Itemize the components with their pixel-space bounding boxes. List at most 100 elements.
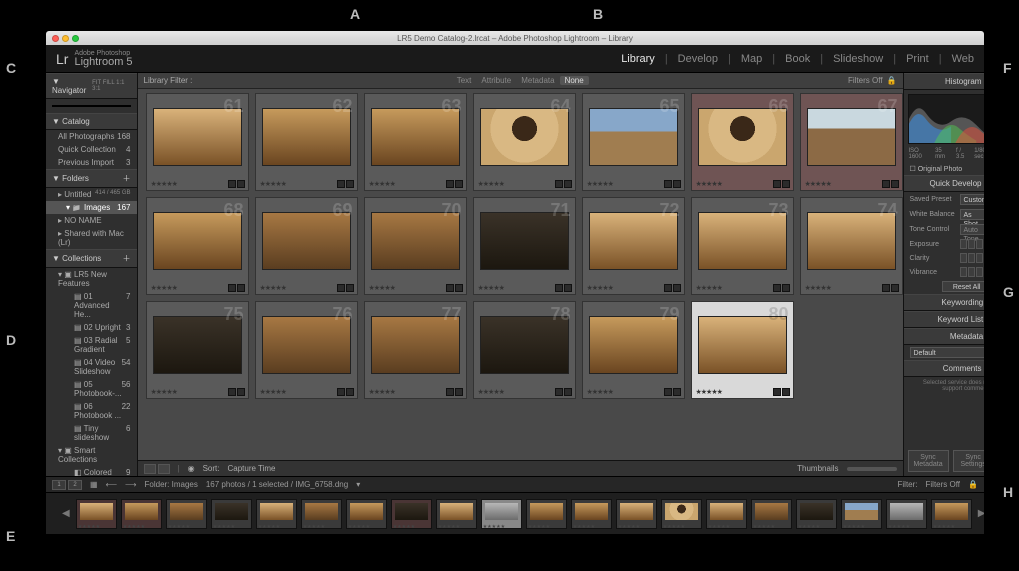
infobar-folder[interactable]: Folder: Images [145,480,198,489]
module-print[interactable]: Print [906,53,929,65]
module-develop[interactable]: Develop [678,53,718,65]
filmstrip-thumb[interactable] [121,499,162,529]
module-library[interactable]: Library [621,53,655,65]
filmstrip-right-icon[interactable]: ▶ [976,508,984,519]
filmstrip-thumb[interactable] [931,499,972,529]
grid-cell[interactable]: 65★★★★★ [582,93,685,191]
filmstrip-thumb[interactable] [211,499,252,529]
filmstrip-thumb[interactable] [391,499,432,529]
grid-cell[interactable]: 67★★★★★ [800,93,903,191]
collection-item[interactable]: ▤ 05 Photobook-...56 [46,378,137,400]
qd-exposure[interactable]: Exposure [904,237,986,251]
filmstrip-thumb[interactable] [76,499,117,529]
grid-cell[interactable]: 72★★★★★ [582,197,685,295]
filter-tab-attribute[interactable]: Attribute [476,76,516,85]
chevron-down-icon[interactable]: ▾ [356,480,360,489]
navigator-preview[interactable] [52,105,131,107]
grid-cell[interactable]: 70★★★★★ [364,197,467,295]
filmstrip-left-icon[interactable]: ◀ [60,508,72,519]
panel-keywording[interactable]: Keywording ◀ [904,294,986,311]
grid-cell[interactable]: 75★★★★★ [146,301,249,399]
smart-collections[interactable]: ▾ ▣ Smart Collections [46,444,137,466]
filmstrip-thumb[interactable] [166,499,207,529]
collection-item[interactable]: ▤ 01 Advanced He...7 [46,290,137,321]
catalog-item[interactable]: Quick Collection4 [46,143,137,156]
grid-cell[interactable]: 66★★★★★ [691,93,794,191]
filmstrip-thumb[interactable] [661,499,702,529]
filmstrip-thumb[interactable] [301,499,342,529]
view-mode-grid[interactable] [144,464,170,474]
thumbnail-slider[interactable] [847,467,897,471]
folders-extra[interactable]: ▸ NO NAME [46,214,137,227]
filmstrip-thumb[interactable] [346,499,387,529]
navigator-header[interactable]: ▼ Navigator FIT FILL 1:1 3:1 [46,73,137,99]
histogram[interactable] [908,94,986,144]
collection-item[interactable]: ▤ 03 Radial Gradient5 [46,334,137,356]
catalog-header[interactable]: ▼ Catalog [46,113,137,130]
filmstrip-thumb[interactable] [841,499,882,529]
filmstrip-thumb[interactable] [706,499,747,529]
filmstrip-thumb[interactable] [526,499,567,529]
grid-cell[interactable]: 73★★★★★ [691,197,794,295]
filter-lock-icon[interactable]: 🔒 [968,480,978,489]
grid-cell[interactable]: 80★★★★★ [691,301,794,399]
qd-wb[interactable]: White Balance As Shot [904,207,986,222]
grid-cell[interactable]: 77★★★★★ [364,301,467,399]
screen-switcher[interactable]: 12 [52,480,82,490]
filmstrip-thumb[interactable] [796,499,837,529]
sync-metadata-button[interactable]: Sync Metadata [908,450,949,472]
grid-cell[interactable]: 62★★★★★ [255,93,358,191]
filmstrip-thumb[interactable] [886,499,927,529]
metadata-preset[interactable]: Default [904,345,986,360]
qd-reset[interactable]: Reset All [904,279,986,294]
collection-item[interactable]: ▤ 06 Photobook ...22 [46,400,137,422]
qd-tone[interactable]: Tone Control Auto Tone [904,222,986,237]
folders-images[interactable]: ▾ Images 167 [46,201,137,214]
filters-off[interactable]: Filters Off [848,76,883,85]
filter-tab-text[interactable]: Text [452,76,477,85]
module-web[interactable]: Web [952,53,974,65]
catalog-item[interactable]: All Photographs168 [46,130,137,143]
folders-header[interactable]: ▼ Folders＋ [46,169,137,188]
collection-item[interactable]: ▤ Tiny slideshow6 [46,422,137,444]
original-photo-check[interactable]: ☐ Original Photo [904,163,986,175]
grid-cell[interactable]: 69★★★★★ [255,197,358,295]
qd-vibrance[interactable]: Vibrance [904,265,986,279]
filmstrip-thumb[interactable] [751,499,792,529]
nav-back-icon[interactable]: ⟵ [106,480,117,489]
collections-root[interactable]: ▾ ▣ LR5 New Features [46,268,137,290]
grid-icon[interactable]: ▦ [90,480,98,489]
grid-cell[interactable]: 61★★★★★ [146,93,249,191]
filmstrip-thumb[interactable] [616,499,657,529]
panel-metadata[interactable]: Metadata ◀ [904,328,986,345]
module-map[interactable]: Map [741,53,762,65]
grid-cell[interactable]: 63★★★★★ [364,93,467,191]
quick-develop-header[interactable]: Quick Develop ▼ [904,175,986,192]
filter-tab-metadata[interactable]: Metadata [516,76,559,85]
collection-item[interactable]: ▤ 02 Upright3 [46,321,137,334]
sort-value[interactable]: Capture Time [227,464,275,473]
grid-cell[interactable]: 79★★★★★ [582,301,685,399]
histogram-header[interactable]: Histogram ▼ [904,73,986,90]
panel-keyword-list[interactable]: Keyword List ◀ [904,311,986,328]
collections-header[interactable]: ▼ Collections＋ [46,249,137,268]
filter-lock-icon[interactable]: 🔒 [887,76,897,85]
grid-cell[interactable]: 64★★★★★ [473,93,576,191]
painter-icon[interactable]: ◉ [188,464,195,473]
catalog-item[interactable]: Previous Import3 [46,156,137,169]
filmstrip-thumb[interactable] [436,499,477,529]
module-slideshow[interactable]: Slideshow [833,53,883,65]
grid-cell[interactable]: 78★★★★★ [473,301,576,399]
filter-tab-none[interactable]: None [560,76,589,85]
filmstrip-thumb[interactable] [481,499,522,529]
qd-clarity[interactable]: Clarity [904,251,986,265]
collection-item[interactable]: ▤ 04 Video Slideshow54 [46,356,137,378]
comments-header[interactable]: Comments ▼ [904,360,986,377]
grid-cell[interactable]: 76★★★★★ [255,301,358,399]
filter-value[interactable]: Filters Off [926,480,961,489]
sync-settings-button[interactable]: Sync Settings [953,450,985,472]
grid-cell[interactable]: 68★★★★★ [146,197,249,295]
folders-extra[interactable]: ▸ Shared with Mac (Lr) [46,227,137,249]
filmstrip-thumb[interactable] [571,499,612,529]
grid-cell[interactable]: 71★★★★★ [473,197,576,295]
